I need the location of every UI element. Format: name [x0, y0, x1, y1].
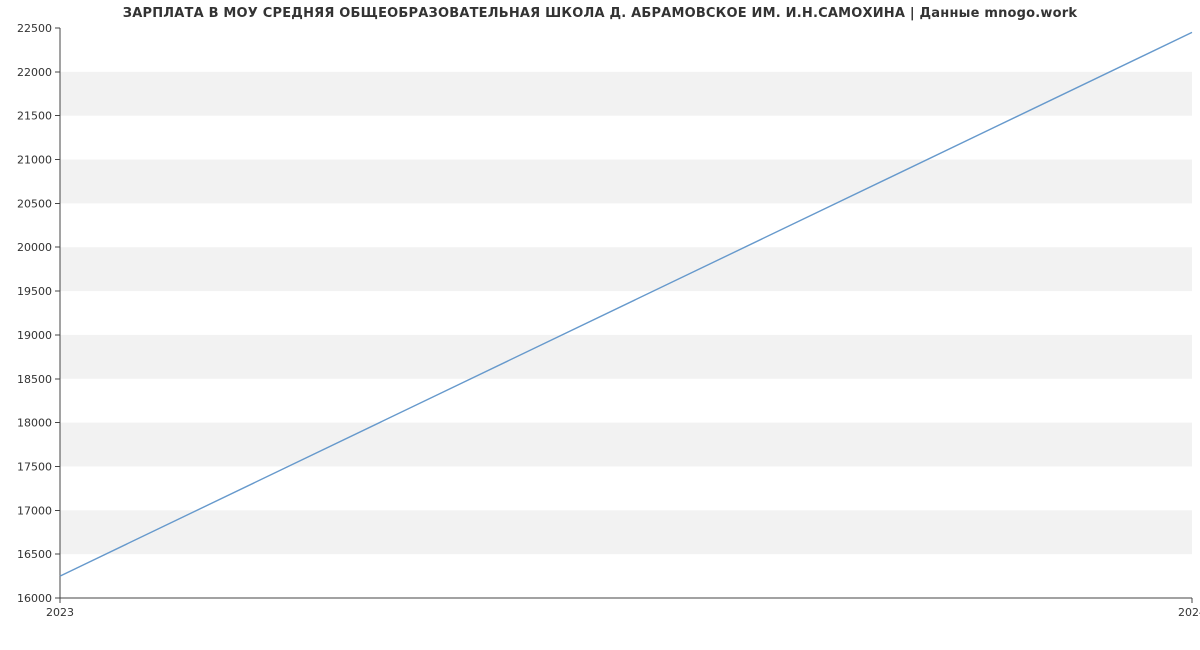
grid-band — [60, 335, 1192, 379]
y-tick-label: 17500 — [17, 460, 52, 473]
y-tick-label: 22000 — [17, 66, 52, 79]
y-tick-label: 18500 — [17, 373, 52, 386]
y-tick-label: 20500 — [17, 197, 52, 210]
y-tick-label: 17000 — [17, 504, 52, 517]
y-tick-label: 18000 — [17, 417, 52, 430]
grid-band — [60, 510, 1192, 554]
grid-band — [60, 72, 1192, 116]
x-tick-label: 2023 — [46, 606, 74, 619]
chart-container: ЗАРПЛАТА В МОУ СРЕДНЯЯ ОБЩЕОБРАЗОВАТЕЛЬН… — [0, 0, 1200, 650]
y-tick-label: 20000 — [17, 241, 52, 254]
y-tick-label: 19500 — [17, 285, 52, 298]
y-tick-label: 16000 — [17, 592, 52, 605]
y-tick-label: 16500 — [17, 548, 52, 561]
y-tick-label: 21500 — [17, 110, 52, 123]
y-tick-label: 21000 — [17, 154, 52, 167]
y-tick-label: 22500 — [17, 22, 52, 35]
x-tick-label: 2024 — [1178, 606, 1200, 619]
grid-bands — [60, 72, 1192, 554]
grid-band — [60, 160, 1192, 204]
chart-svg: 16000 16500 17000 17500 18000 18500 19000 19500… — [0, 0, 1200, 650]
grid-band — [60, 423, 1192, 467]
grid-band — [60, 247, 1192, 291]
y-tick-label: 19000 — [17, 329, 52, 342]
